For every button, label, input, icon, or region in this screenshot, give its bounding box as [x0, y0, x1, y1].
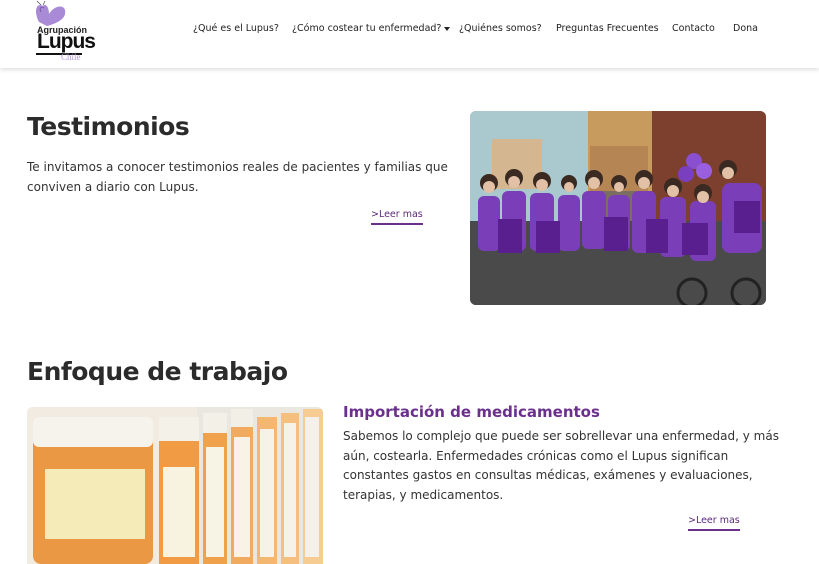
enfoque-card-text: Sabemos lo complejo que puede ser sobrel…	[343, 429, 779, 502]
nav-preguntas-frecuentes[interactable]: Preguntas Frecuentes	[556, 23, 659, 37]
testimonios-title: Testimonios	[27, 112, 190, 141]
nav-quienes-somos[interactable]: ¿Quiénes somos?	[459, 23, 542, 37]
caret-down-icon	[444, 26, 451, 31]
nav-como-costear[interactable]: ¿Cómo costear tu enfermedad?	[292, 23, 451, 37]
enfoque-card-title: Importación de medicamentos	[343, 403, 600, 421]
testimonios-text: Te invitamos a conocer testimonios reale…	[27, 160, 448, 194]
nav-que-es-lupus[interactable]: ¿Qué es el Lupus?	[193, 23, 279, 37]
group-photo-image	[470, 111, 766, 305]
medication-bottles-image	[27, 407, 323, 564]
enfoque-title: Enfoque de trabajo	[27, 357, 288, 386]
testimonios-read-more-link[interactable]: >Leer mas	[371, 209, 423, 225]
enfoque-read-more-link[interactable]: >Leer mas	[688, 515, 740, 531]
nav-como-costear-label: ¿Cómo costear tu enfermedad?	[292, 23, 442, 34]
testimonios-group-photo[interactable]	[470, 111, 766, 305]
logo-sub-text: Chile	[61, 52, 81, 62]
nav-contacto[interactable]: Contacto	[672, 23, 715, 37]
medication-bottles-photo[interactable]	[27, 407, 323, 564]
navbar: Agrupación Lupus Chile ¿Qué es el Lupus?…	[0, 0, 819, 68]
logo-main-text: Lupus	[37, 30, 96, 53]
site-logo[interactable]: Agrupación Lupus Chile	[27, 0, 96, 62]
nav-dona[interactable]: Dona	[733, 23, 758, 37]
